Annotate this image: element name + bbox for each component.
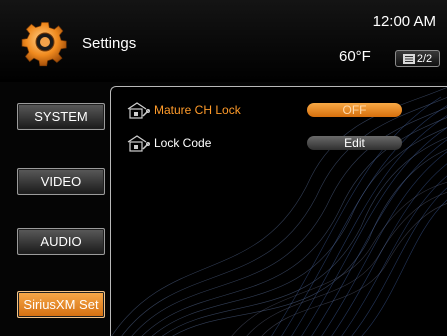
- page-title: Settings: [82, 35, 137, 52]
- gear-icon[interactable]: [17, 17, 73, 67]
- page-indicator-label: 2/2: [416, 52, 433, 65]
- sidebar-item-label: AUDIO: [40, 234, 82, 249]
- sidebar-item-system[interactable]: SYSTEM: [17, 103, 105, 130]
- lock-icon: [127, 102, 150, 119]
- lock-code-edit-button[interactable]: Edit: [307, 136, 402, 150]
- header-bar: Settings 12:00 AM 60°F 2/2: [0, 0, 447, 82]
- page-indicator-button[interactable]: 2/2: [395, 50, 440, 67]
- sidebar-item-audio[interactable]: AUDIO: [17, 228, 105, 255]
- settings-panel: Mature CH Lock OFF Lock Code Edit: [110, 86, 447, 336]
- lock-icon: [127, 135, 150, 152]
- settings-screen: Settings 12:00 AM 60°F 2/2 SYSTEM VIDEO …: [0, 0, 447, 336]
- sidebar-item-label: SiriusXM Set: [23, 297, 99, 312]
- setting-label: Lock Code: [154, 136, 212, 150]
- sidebar-item-label: VIDEO: [40, 174, 82, 189]
- settings-row-lock-code: Lock Code Edit: [111, 134, 447, 154]
- temperature-readout: 60°F: [339, 48, 371, 65]
- clock: 12:00 AM: [372, 13, 436, 30]
- sidebar-item-video[interactable]: VIDEO: [17, 168, 105, 195]
- sidebar-item-siriusxm-set[interactable]: SiriusXM Set: [17, 291, 105, 318]
- page-list-icon: [402, 53, 415, 64]
- background-wave-pattern: [111, 87, 447, 336]
- sidebar-item-label: SYSTEM: [34, 109, 88, 124]
- settings-row-mature-ch-lock: Mature CH Lock OFF: [111, 101, 447, 121]
- mature-ch-lock-toggle[interactable]: OFF: [307, 103, 402, 117]
- setting-label: Mature CH Lock: [154, 103, 241, 117]
